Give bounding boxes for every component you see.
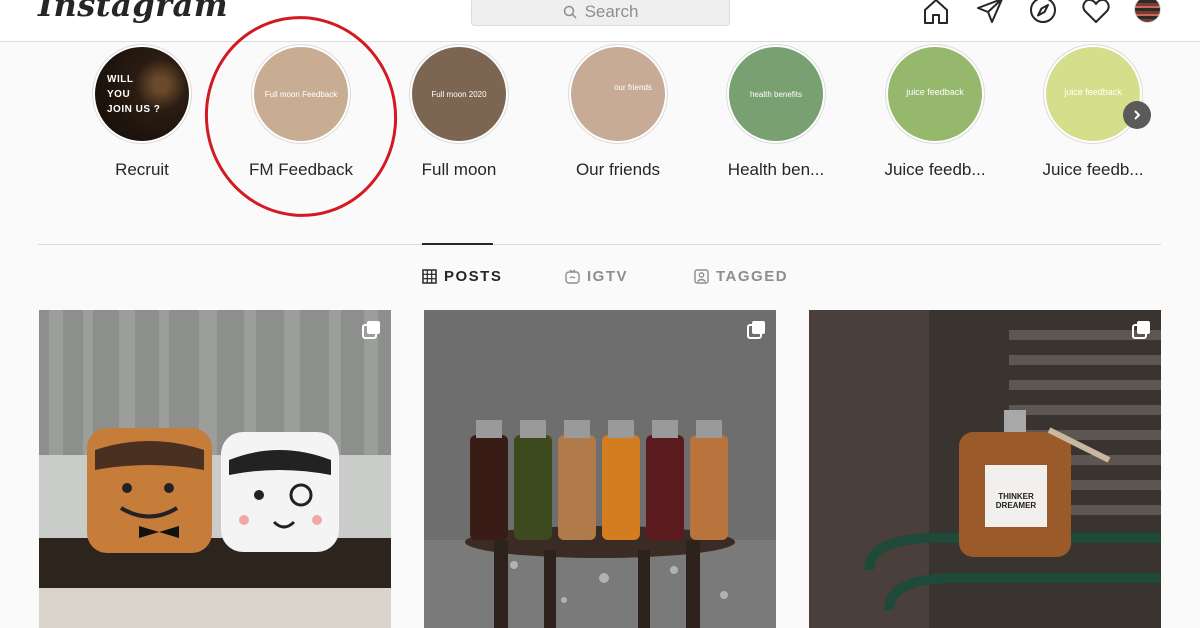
highlight-cover: our friends: [571, 47, 665, 141]
story-highlights: WILL YOU JOIN US ? Recruit Full moon Fee…: [0, 44, 1200, 194]
post-tile[interactable]: [424, 310, 776, 628]
highlight-cover-text: WILL YOU JOIN US ?: [107, 73, 161, 115]
highlight-cover: WILL YOU JOIN US ?: [95, 47, 189, 141]
tab-tagged[interactable]: TAGGED: [694, 268, 788, 285]
explore-icon[interactable]: [1028, 0, 1058, 26]
highlight-cover: Full moon 2020: [412, 47, 506, 141]
post-image: [39, 310, 391, 628]
highlight-ring: WILL YOU JOIN US ?: [92, 44, 192, 144]
instagram-logo[interactable]: Instagram: [38, 0, 228, 24]
chevron-right-icon: [1134, 110, 1141, 120]
highlight-cover-text: juice feedback: [1064, 87, 1122, 97]
highlight-cover: juice feedback: [888, 47, 982, 141]
tab-label: TAGGED: [716, 268, 789, 285]
post-tile[interactable]: THINKER DREAMER: [809, 310, 1161, 628]
tab-igtv[interactable]: IGTV: [565, 268, 628, 285]
highlights-next-button[interactable]: [1123, 101, 1151, 129]
activity-icon[interactable]: [1081, 0, 1111, 26]
product-label-text: THINKER DREAMER: [995, 492, 1037, 510]
post-image: [424, 310, 776, 628]
multiple-photos-icon: [1132, 321, 1150, 339]
active-tab-indicator: [422, 243, 493, 245]
search-icon: [563, 5, 577, 19]
highlight-ring: juice feedback: [1043, 44, 1143, 144]
highlight-label: Recruit: [115, 160, 169, 179]
section-divider: [38, 244, 1161, 245]
search-input[interactable]: Search: [471, 0, 730, 26]
grid-icon: [422, 269, 437, 284]
highlight-ring: juice feedback: [885, 44, 985, 144]
highlight-ring: health benefits: [726, 44, 826, 144]
search-placeholder: Search: [584, 2, 639, 21]
profile-avatar[interactable]: [1134, 0, 1161, 23]
tab-label: POSTS: [444, 268, 503, 285]
highlight-cover: health benefits: [729, 47, 823, 141]
home-icon[interactable]: [921, 0, 951, 26]
direct-icon[interactable]: [975, 0, 1005, 26]
highlight-label: Health ben...: [727, 160, 825, 179]
highlight-label: Juice feedb...: [1042, 160, 1144, 179]
highlight-label: Our friends: [575, 160, 661, 179]
highlight-health-benefits[interactable]: health benefits Health ben...: [721, 44, 831, 180]
highlight-cover: juice feedback: [1046, 47, 1140, 141]
highlight-cover-text: Full moon 2020: [431, 89, 487, 99]
highlight-cover-text: juice feedback: [906, 87, 964, 97]
highlight-label: Full moon: [421, 160, 497, 179]
highlight-cover-text: health benefits: [749, 89, 803, 99]
profile-tabs: POSTS IGTV TAGGED: [0, 268, 1200, 290]
igtv-icon: [565, 269, 580, 284]
highlight-cover-text: our friends: [614, 83, 652, 92]
post-image: [809, 310, 1161, 628]
top-navigation-bar: Instagram Search: [0, 0, 1200, 42]
highlight-full-moon[interactable]: Full moon 2020 Full moon: [404, 44, 514, 180]
highlight-ring: our friends: [568, 44, 668, 144]
highlight-juice-feedback-1[interactable]: juice feedback Juice feedb...: [880, 44, 990, 180]
tab-label: IGTV: [587, 268, 629, 285]
multiple-photos-icon: [747, 321, 765, 339]
highlight-our-friends[interactable]: our friends Our friends: [563, 44, 673, 180]
highlight-recruit[interactable]: WILL YOU JOIN US ? Recruit: [87, 44, 197, 180]
multiple-photos-icon: [362, 321, 380, 339]
highlight-ring: Full moon 2020: [409, 44, 509, 144]
tagged-icon: [694, 269, 709, 284]
highlight-label: Juice feedb...: [884, 160, 986, 179]
post-tile[interactable]: [39, 310, 391, 628]
tab-posts[interactable]: POSTS: [422, 268, 502, 285]
